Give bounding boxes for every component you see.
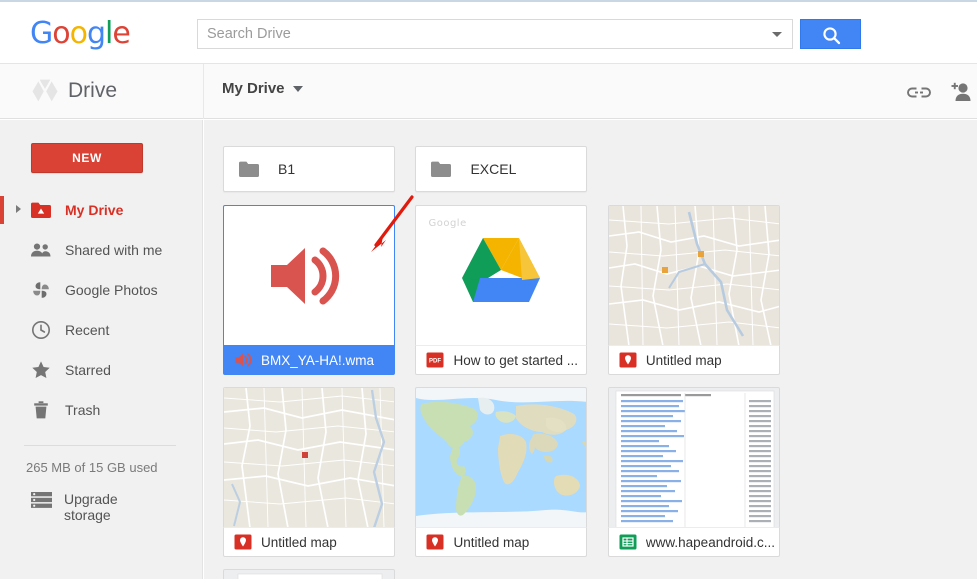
file-thumbnail <box>223 569 395 579</box>
audio-speaker-icon <box>235 353 252 367</box>
people-icon <box>30 239 52 261</box>
worldmap-thumbnail <box>416 388 587 527</box>
file-card-sheet[interactable]: www.hapeandroid.c... <box>223 569 395 579</box>
sidebar-item-trash[interactable]: Trash <box>0 390 203 430</box>
file-thumbnail <box>415 387 588 527</box>
google-logo[interactable]: Google <box>30 16 131 51</box>
logo-letter-o1: o <box>52 16 70 51</box>
spreadsheet-thumbnail <box>224 570 394 579</box>
drive-toolbar <box>0 64 977 119</box>
sidebar-item-label: Starred <box>65 362 111 378</box>
file-caption: Untitled map <box>415 527 588 557</box>
file-thumbnail: Google <box>415 205 588 345</box>
photos-pinwheel-icon <box>30 279 52 301</box>
search-box[interactable] <box>197 19 793 49</box>
search-area <box>197 19 862 49</box>
drive-triangle-icon <box>32 79 58 102</box>
audio-speaker-icon <box>271 247 340 304</box>
clock-icon <box>30 319 52 341</box>
breadcrumb[interactable]: My Drive <box>222 80 303 97</box>
file-caption: Untitled map <box>223 527 395 557</box>
sidebar-item-recent[interactable]: Recent <box>0 310 203 350</box>
file-card-pdf[interactable]: Google PDF How to get started ... <box>415 205 588 375</box>
file-thumbnail <box>607 387 780 527</box>
sidebar-item-label: Trash <box>65 402 101 418</box>
logo-letter-e: e <box>112 16 130 51</box>
storage-bars-icon <box>30 490 54 515</box>
breadcrumb-label: My Drive <box>222 80 285 97</box>
search-button[interactable] <box>800 19 862 49</box>
file-card-map[interactable]: Untitled map <box>223 387 395 557</box>
file-thumbnail <box>607 205 780 345</box>
file-caption: BMX_YA-HA!.wma <box>223 345 395 375</box>
sidebar: NEW My Drive Shared with me Google Photo… <box>0 120 203 579</box>
pdf-icon: PDF <box>426 352 444 368</box>
file-thumbnail <box>223 387 395 527</box>
folders-row: B1 EXCEL <box>223 146 603 192</box>
link-icon[interactable] <box>905 78 933 106</box>
roadmap-thumbnail <box>608 206 779 345</box>
svg-text:PDF: PDF <box>429 359 441 365</box>
file-card-map[interactable]: Untitled map <box>607 205 780 375</box>
map-pin-icon <box>426 534 444 550</box>
roadmap-thumbnail <box>224 388 394 527</box>
upgrade-storage-label: Upgrade storage <box>64 491 118 523</box>
logo-letter-g: G <box>30 16 53 51</box>
file-name: BMX_YA-HA!.wma <box>261 352 375 368</box>
folder-tile[interactable]: EXCEL <box>415 146 588 192</box>
sidebar-nav: My Drive Shared with me Google Photos Re… <box>0 190 203 430</box>
file-card-audio[interactable]: BMX_YA-HA!.wma <box>223 205 395 375</box>
sheets-icon <box>619 534 637 550</box>
person-add-icon[interactable] <box>947 78 975 106</box>
file-name: Untitled map <box>261 534 337 550</box>
new-button[interactable]: NEW <box>31 143 143 173</box>
sidebar-item-shared-with-me[interactable]: Shared with me <box>0 230 203 270</box>
map-pin-icon <box>234 534 252 550</box>
folder-icon <box>238 160 260 183</box>
sidebar-item-label: Shared with me <box>65 242 163 258</box>
file-caption: www.hapeandroid.c... <box>607 527 780 557</box>
file-card-map[interactable]: Untitled map <box>415 387 588 557</box>
expand-arrow-icon[interactable] <box>16 205 21 213</box>
map-pin-icon <box>619 352 637 368</box>
file-card-sheet[interactable]: www.hapeandroid.c... <box>607 387 780 557</box>
file-name: How to get started ... <box>453 352 579 368</box>
sidebar-item-label: Google Photos <box>65 282 158 298</box>
sidebar-item-starred[interactable]: Starred <box>0 350 203 390</box>
sidebar-item-label: My Drive <box>65 202 124 218</box>
drive-folder-icon <box>30 199 52 221</box>
search-input[interactable] <box>198 20 758 48</box>
search-icon <box>823 27 841 45</box>
top-bar: Google <box>0 0 977 64</box>
folder-tile[interactable]: B1 <box>223 146 395 192</box>
file-grid-area: B1 EXCEL BMX_YA-HA!.wma Google PDF How t… <box>204 120 977 579</box>
folder-name: EXCEL <box>470 161 517 177</box>
logo-letter-g2: g <box>86 16 106 51</box>
sidebar-item-google-photos[interactable]: Google Photos <box>0 270 203 310</box>
file-name: www.hapeandroid.c... <box>645 534 775 550</box>
sidebar-item-my-drive[interactable]: My Drive <box>0 190 203 230</box>
app-name-label: Drive <box>68 79 118 102</box>
chevron-down-icon[interactable] <box>772 32 782 37</box>
file-grid: BMX_YA-HA!.wma Google PDF How to get sta… <box>223 205 977 579</box>
folder-icon <box>430 160 452 183</box>
toolbar-divider <box>203 64 204 119</box>
sidebar-divider <box>24 445 176 446</box>
star-icon <box>30 359 52 381</box>
file-name: Untitled map <box>453 534 530 550</box>
spreadsheet-thumbnail <box>608 388 779 527</box>
drive-triangle-icon <box>462 237 541 302</box>
storage-quota-text: 265 MB of 15 GB used <box>26 460 158 475</box>
trash-icon <box>30 399 52 421</box>
logo-letter-o2: o <box>69 16 88 51</box>
file-name: Untitled map <box>645 352 722 368</box>
file-caption: Untitled map <box>607 345 780 375</box>
file-thumbnail <box>223 205 395 345</box>
sidebar-item-label: Recent <box>65 322 110 338</box>
folder-name: B1 <box>278 161 296 177</box>
chevron-down-icon[interactable] <box>292 86 303 93</box>
google-drive-window: Google Drive My Drive <box>0 0 977 579</box>
file-caption: PDF How to get started ... <box>415 345 588 375</box>
